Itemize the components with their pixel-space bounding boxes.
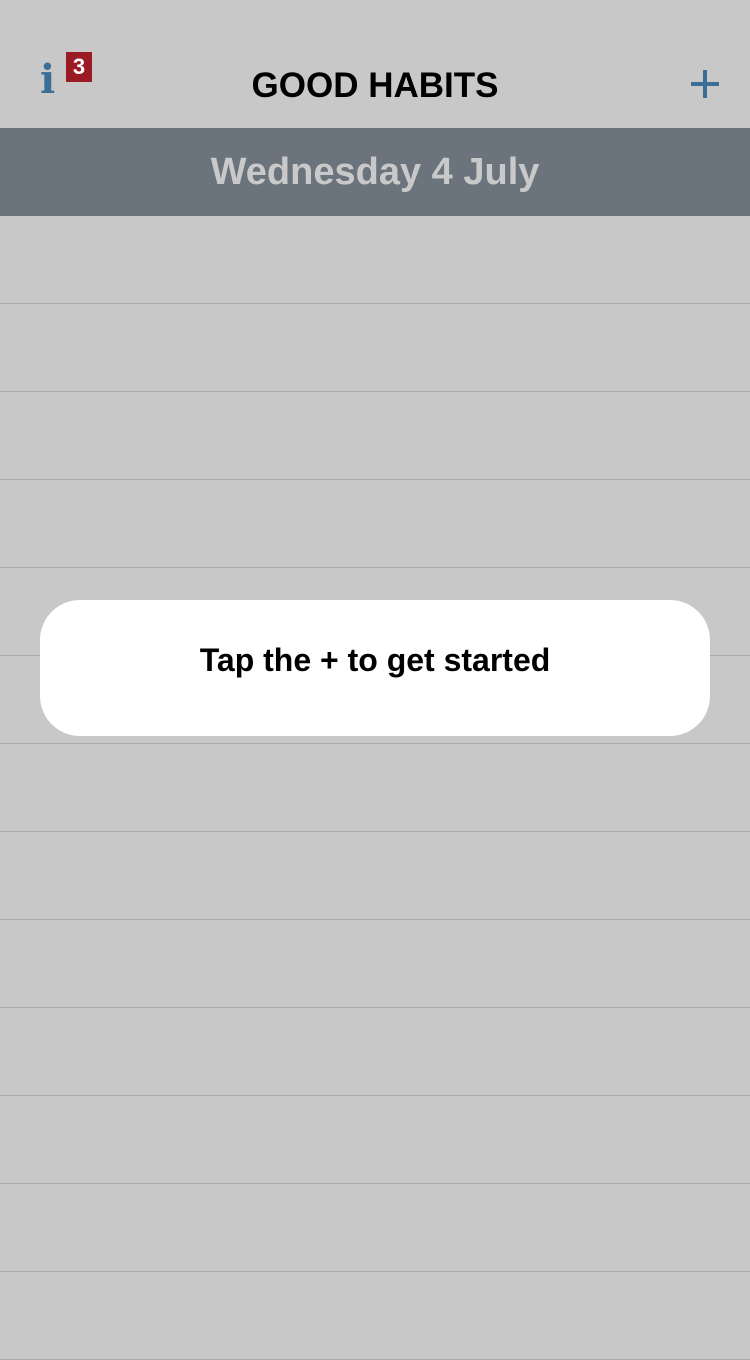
list-row bbox=[0, 480, 750, 568]
navigation-bar: i 3 GOOD HABITS bbox=[0, 0, 750, 128]
list-row bbox=[0, 1272, 750, 1360]
date-label: Wednesday 4 July bbox=[210, 151, 540, 193]
list-row bbox=[0, 392, 750, 480]
page-title: GOOD HABITS bbox=[251, 66, 499, 105]
list-row bbox=[0, 920, 750, 1008]
hint-text: Tap the + to get started bbox=[199, 642, 551, 678]
list-row bbox=[0, 1184, 750, 1272]
date-header: Wednesday 4 July bbox=[0, 128, 750, 216]
list-row bbox=[0, 304, 750, 392]
list-row bbox=[0, 1008, 750, 1096]
plus-icon bbox=[691, 70, 719, 98]
empty-state-hint: Tap the + to get started bbox=[40, 600, 710, 736]
info-button[interactable]: i 3 bbox=[30, 52, 100, 112]
habit-list bbox=[0, 216, 750, 1360]
notification-badge: 3 bbox=[66, 52, 92, 82]
list-row bbox=[0, 832, 750, 920]
list-row bbox=[0, 1096, 750, 1184]
info-icon: i bbox=[40, 56, 56, 103]
list-row bbox=[0, 744, 750, 832]
add-habit-button[interactable] bbox=[680, 62, 730, 106]
list-row bbox=[0, 216, 750, 304]
